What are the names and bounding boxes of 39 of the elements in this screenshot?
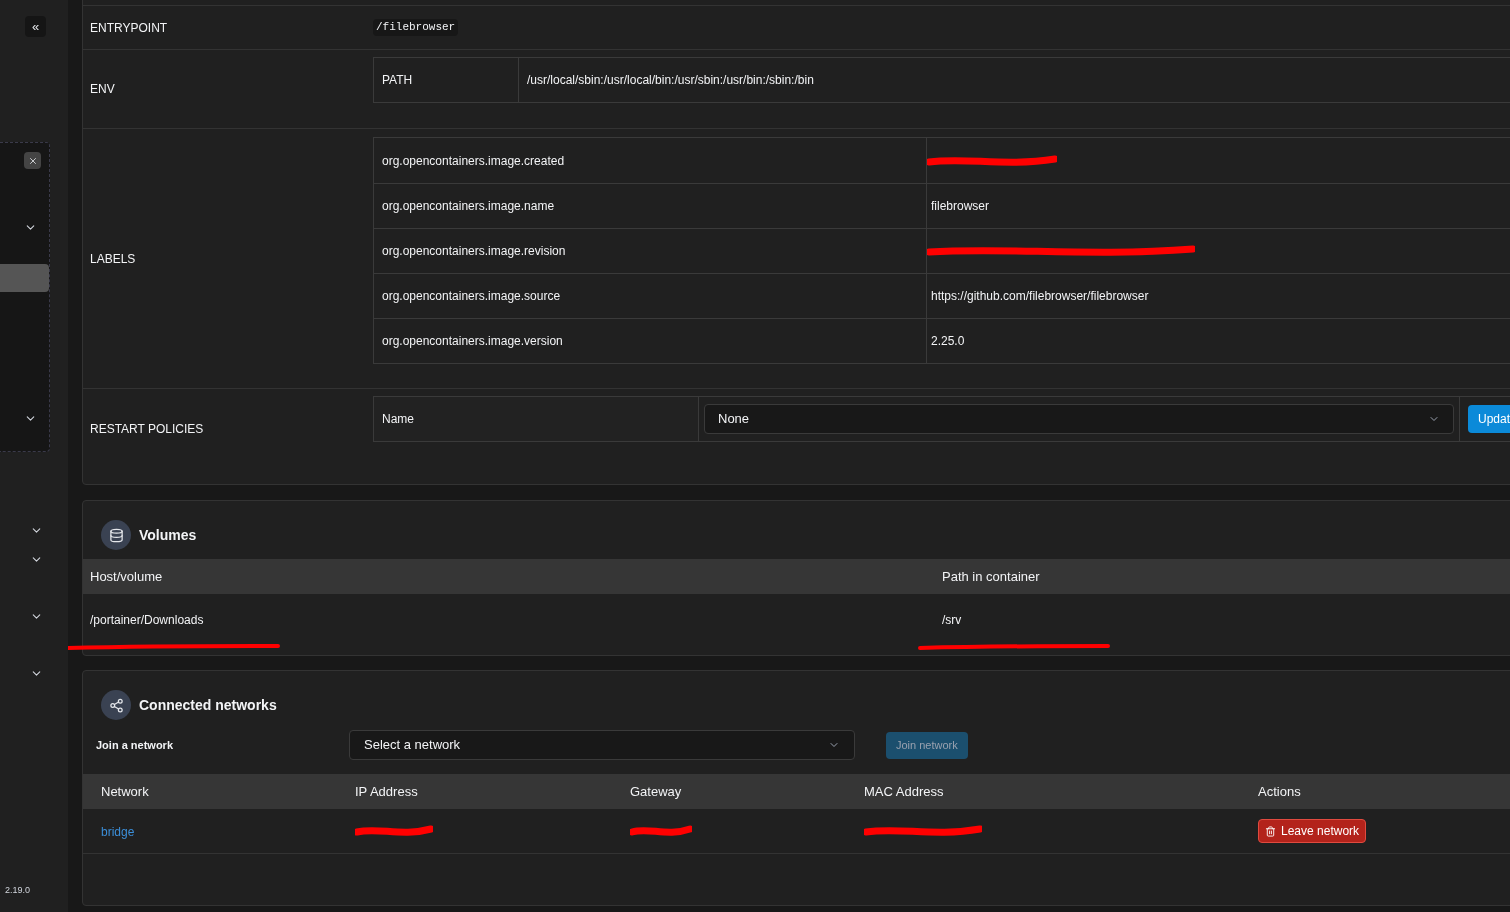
label-key: org.opencontainers.image.revision <box>374 229 927 273</box>
row-label: ENV <box>89 81 116 98</box>
table-cell: /srv <box>942 613 962 627</box>
label-key: org.opencontainers.image.version <box>374 319 927 363</box>
label-key: org.opencontainers.image.name <box>374 184 927 228</box>
card-title: Volumes <box>139 525 197 545</box>
column-header: Path in container <box>942 567 1040 586</box>
code-value: /filebrowser <box>373 19 459 36</box>
label-value: https://github.com/filebrowser/filebrowser <box>931 288 1149 305</box>
share-icon <box>101 690 131 720</box>
restart-policy-select[interactable]: None <box>704 404 1454 434</box>
column-header: Actions <box>1258 782 1301 801</box>
env-key: PATH <box>374 58 519 102</box>
row-label: RESTART POLICIES <box>89 421 205 438</box>
column-header: IP Address <box>355 782 419 801</box>
collapse-sidebar-button[interactable]: « <box>25 16 46 37</box>
row-label: LABELS <box>89 250 137 268</box>
column-header: Gateway <box>630 782 683 801</box>
label-key: org.opencontainers.image.source <box>374 274 927 318</box>
table-cell: /portainer/Downloads <box>90 613 204 627</box>
column-header: Host/volume <box>89 567 164 586</box>
join-network-label: Join a network <box>95 737 175 753</box>
version-label: 2.19.0 <box>5 883 31 897</box>
network-link[interactable]: bridge <box>101 825 135 839</box>
update-button[interactable]: Updat <box>1468 405 1510 433</box>
row-label: ENTRYPOINT <box>89 19 169 37</box>
network-select[interactable]: Select a network <box>349 730 855 760</box>
close-icon <box>27 155 38 166</box>
database-icon <box>101 520 131 550</box>
label-value: 2.25.0 <box>931 333 965 350</box>
env-value: /usr/local/sbin:/usr/local/bin:/usr/sbin:/usr/bin:/sbin:/bin <box>526 72 815 89</box>
leave-network-button[interactable]: Leave network <box>1258 819 1367 843</box>
close-button[interactable] <box>24 152 41 169</box>
column-header: Network <box>101 782 150 801</box>
label-key: org.opencontainers.image.created <box>374 138 927 183</box>
label-value: filebrowser <box>931 198 990 215</box>
column-header: MAC Address <box>864 782 945 801</box>
card-title: Connected networks <box>139 695 277 715</box>
trash-icon <box>1265 825 1276 837</box>
